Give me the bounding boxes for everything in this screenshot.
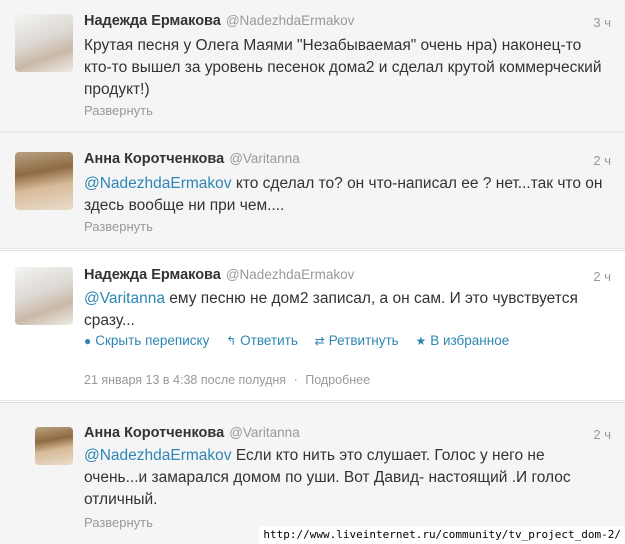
tweet-text: Крутая песня у Олега Маями "Незабываемая…	[84, 37, 602, 98]
tweet-actions: ● Скрыть переписку ↰ Ответить ⇄ Ретвитнуть …	[84, 333, 522, 348]
details-link[interactable]: Подробнее	[305, 373, 370, 387]
tweet-text: @NadezhdaErmakov Если кто нить это слуша…	[84, 445, 584, 511]
star-icon: ★	[415, 334, 427, 348]
author-handle[interactable]: @NadezhdaErmakov	[226, 267, 355, 282]
tweet[interactable]: Анна Коротченкова @Varitanna 2 ч @Nadezhd…	[0, 132, 625, 249]
author-handle[interactable]: @Varitanna	[229, 151, 300, 166]
tweet-meta: 21 января 13 в 4:38 после полудня · Подр…	[84, 373, 370, 387]
expand-link[interactable]: Развернуть	[84, 219, 153, 234]
author-name[interactable]: Анна Коротченкова @Varitanna	[84, 151, 300, 167]
reply-arrow-icon: ↰	[226, 334, 237, 348]
tweet-reply[interactable]: Анна Коротченкова @Varitanna 2 ч @Nadezhd…	[0, 402, 625, 544]
avatar[interactable]	[15, 267, 73, 325]
author-fullname[interactable]: Надежда Ермакова	[84, 13, 221, 29]
tweet-time[interactable]: 2 ч	[593, 427, 611, 442]
author-name[interactable]: Надежда Ермакова @NadezhdaErmakov	[84, 13, 354, 29]
author-fullname[interactable]: Надежда Ермакова	[84, 267, 221, 283]
expand-link[interactable]: Развернуть	[84, 515, 153, 530]
tweet-expanded[interactable]: Надежда Ермакова @NadezhdaErmakov 2 ч @Va…	[0, 250, 625, 401]
reply-button[interactable]: ↰ Ответить	[226, 333, 298, 348]
avatar[interactable]	[15, 152, 73, 210]
retweet-icon: ⇄	[314, 334, 325, 348]
tweet-date[interactable]: 21 января 13 в 4:38 после полудня	[84, 373, 286, 387]
mention-link[interactable]: @NadezhdaErmakov	[84, 447, 232, 464]
hide-conversation-button[interactable]: ● Скрыть переписку	[84, 333, 209, 348]
tweet-time[interactable]: 2 ч	[593, 153, 611, 168]
tweet-time[interactable]: 3 ч	[593, 15, 611, 30]
expand-link[interactable]: Развернуть	[84, 103, 153, 118]
tweet-text: @NadezhdaErmakov кто сделал то? он что-н…	[84, 173, 604, 217]
author-handle[interactable]: @Varitanna	[229, 425, 300, 440]
favorite-label: В избранное	[430, 333, 510, 348]
author-fullname[interactable]: Анна Коротченкова	[84, 151, 224, 167]
retweet-button[interactable]: ⇄ Ретвитнуть	[315, 333, 399, 348]
mention-link[interactable]: @NadezhdaErmakov	[84, 175, 232, 192]
author-fullname[interactable]: Анна Коротченкова	[84, 425, 224, 441]
tweet[interactable]: Надежда Ермакова @NadezhdaErmakov 3 ч Кру…	[0, 0, 625, 132]
mention-link[interactable]: @Varitanna	[84, 290, 165, 307]
author-handle[interactable]: @NadezhdaErmakov	[226, 13, 355, 28]
reply-label: Ответить	[240, 333, 298, 348]
author-name[interactable]: Надежда Ермакова @NadezhdaErmakov	[84, 267, 354, 283]
url-watermark: http://www.liveinternet.ru/community/tv_…	[259, 526, 625, 544]
separator: ·	[293, 373, 298, 387]
tweet-text: @Varitanna ему песню не дом2 записал, а …	[84, 288, 609, 332]
avatar[interactable]	[15, 14, 73, 72]
avatar[interactable]	[35, 427, 73, 465]
tweet-time[interactable]: 2 ч	[593, 269, 611, 284]
favorite-button[interactable]: ★ В избранное	[415, 333, 509, 348]
author-name[interactable]: Анна Коротченкова @Varitanna	[84, 425, 300, 441]
speech-bubble-icon: ●	[84, 334, 92, 348]
hide-label: Скрыть переписку	[95, 333, 210, 348]
retweet-label: Ретвитнуть	[328, 333, 399, 348]
